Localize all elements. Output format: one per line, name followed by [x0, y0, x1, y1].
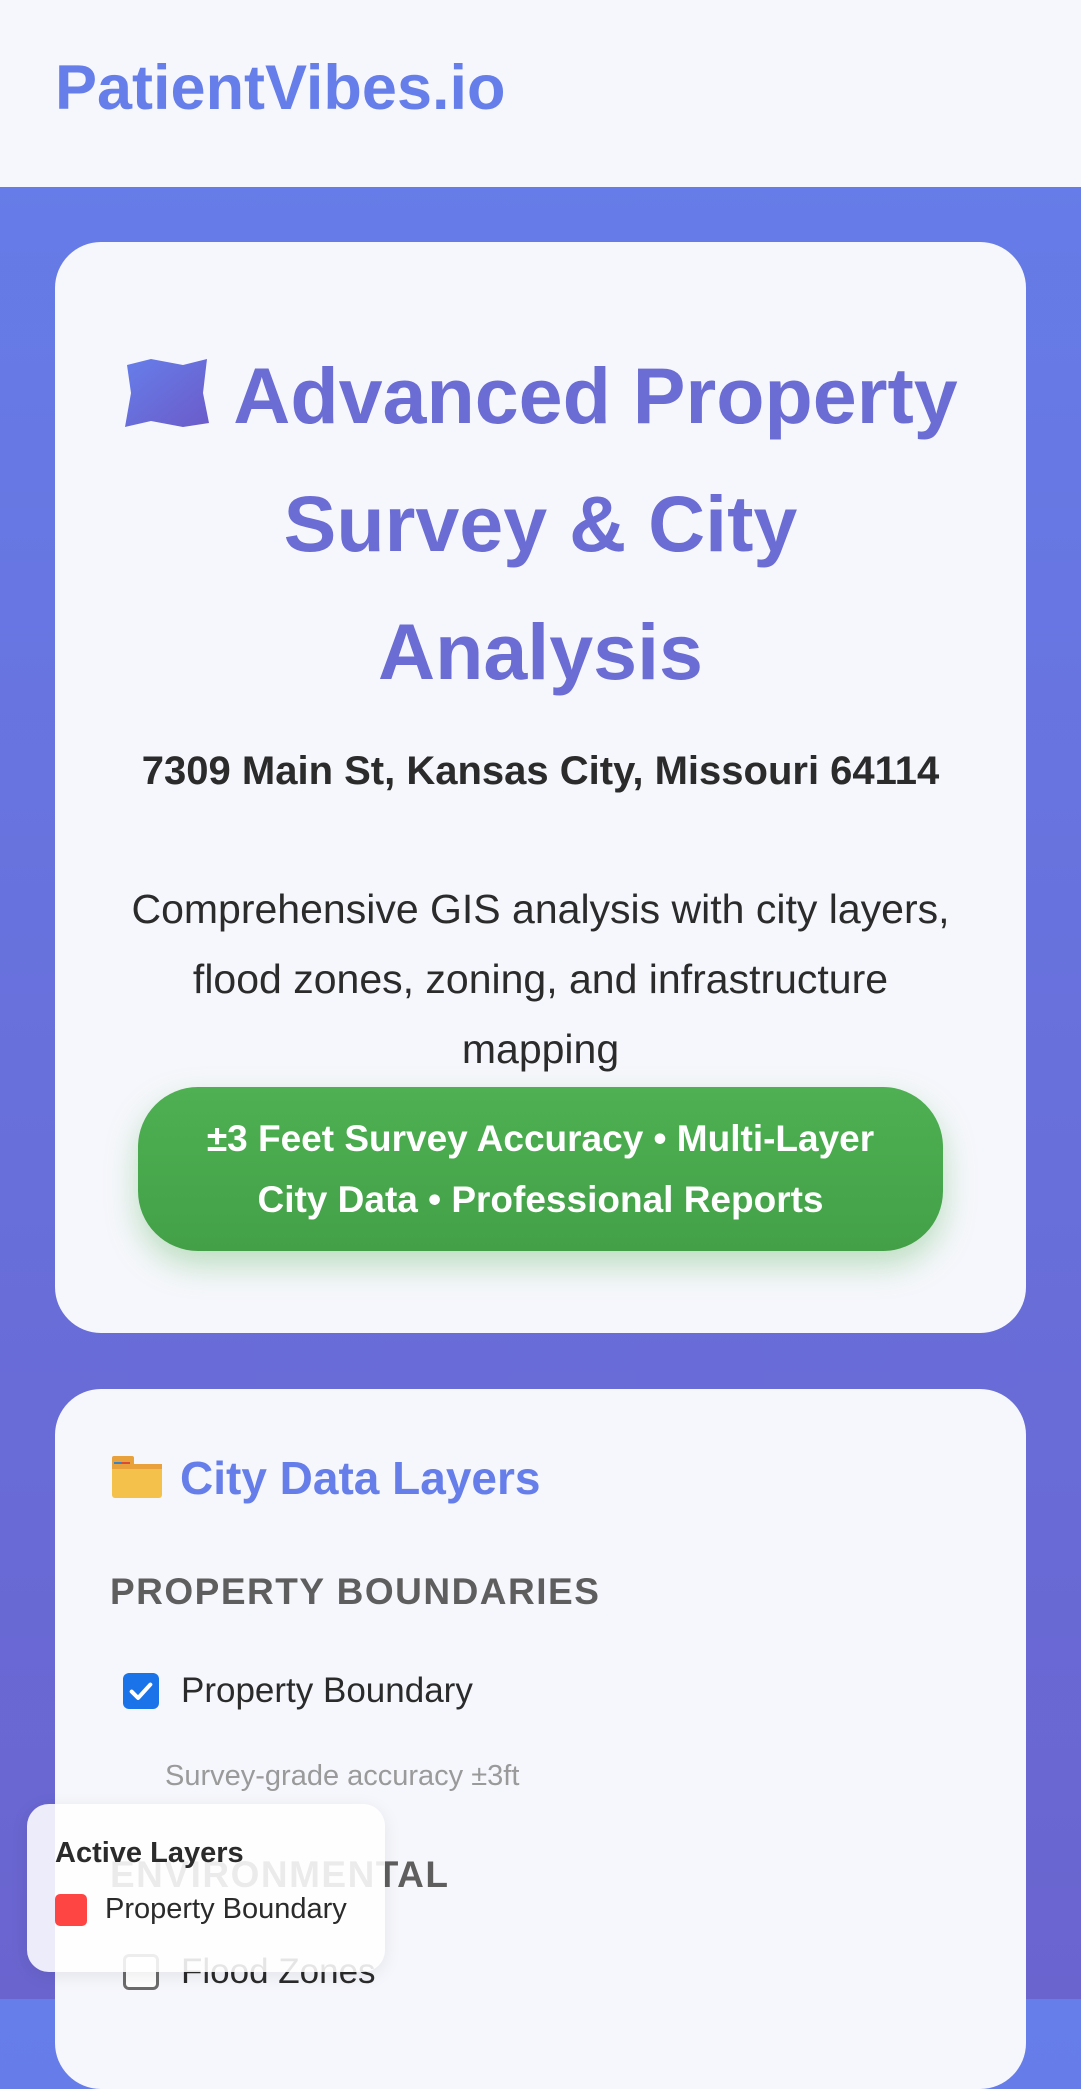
layer-label-property-boundary: Property Boundary: [181, 1671, 473, 1710]
property-address: 7309 Main St, Kansas City, Missouri 6411…: [141, 749, 940, 793]
hero-description: Comprehensive GIS analysis with city lay…: [131, 886, 950, 1072]
layers-panel: City Data Layers PROPERTY BOUNDARIES Pro…: [55, 1389, 1026, 2089]
layers-heading-text: City Data Layers: [180, 1452, 541, 1504]
property-boundary-checkbox[interactable]: [123, 1673, 159, 1709]
layer-note-property-boundary: Survey-grade accuracy ±3ft: [165, 1760, 520, 1792]
legend-swatch: [55, 1893, 87, 1926]
page-title-text: Advanced Property Survey & City Analysis: [233, 351, 958, 696]
legend-label: Property Boundary: [105, 1893, 347, 1925]
accuracy-badge: ±3 Feet Survey Accuracy • Multi-Layer Ci…: [138, 1087, 943, 1251]
page-title: Advanced Property Survey & City Analysis: [115, 332, 966, 716]
active-layers-legend: Active Layers Property Boundary: [27, 1804, 385, 1972]
hero-card: Advanced Property Survey & City Analysis…: [55, 242, 1026, 1333]
layer-toggle-property-boundary[interactable]: Property Boundary: [123, 1671, 473, 1711]
brand-logo[interactable]: PatientVibes.io: [55, 52, 505, 124]
map-icon: [123, 336, 211, 427]
folder-icon: [110, 1452, 164, 1500]
top-bar: PatientVibes.io: [0, 0, 1081, 187]
legend-item-property-boundary: Property Boundary: [55, 1893, 347, 1926]
checkmark-icon: [129, 1682, 153, 1700]
group-title-property-boundaries: PROPERTY BOUNDARIES: [110, 1571, 601, 1612]
layers-heading: City Data Layers: [110, 1451, 541, 1505]
legend-title: Active Layers: [55, 1837, 244, 1869]
